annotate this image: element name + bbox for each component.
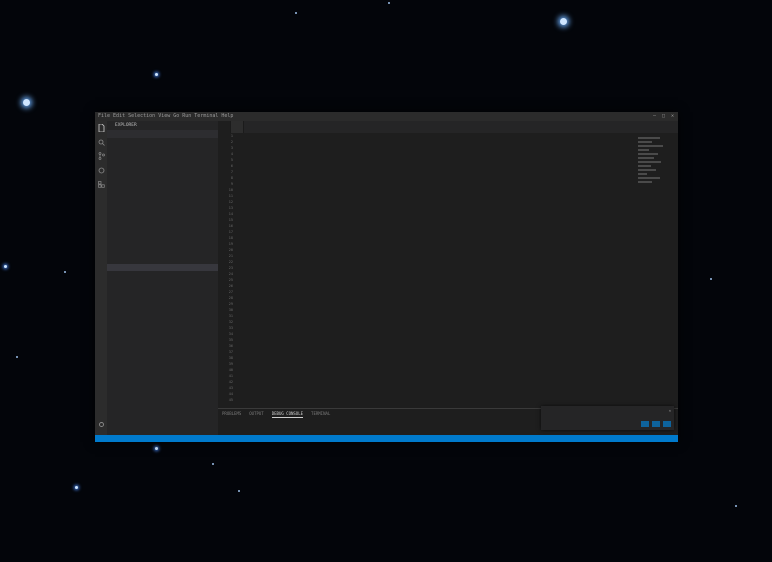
- editor-tabs: [218, 121, 678, 133]
- tree-item[interactable]: [107, 215, 218, 222]
- menu-edit[interactable]: Edit: [113, 112, 125, 121]
- tree-item[interactable]: [107, 341, 218, 348]
- minimize-button[interactable]: –: [653, 112, 656, 121]
- tree-item[interactable]: [107, 201, 218, 208]
- tab-output[interactable]: OUTPUT: [249, 409, 263, 418]
- close-window-button[interactable]: ✕: [671, 112, 674, 121]
- workspace-section[interactable]: [107, 130, 218, 138]
- star: [388, 2, 390, 4]
- extensions-icon[interactable]: [95, 177, 107, 191]
- tree-item[interactable]: [107, 222, 218, 229]
- source-control-icon[interactable]: [95, 149, 107, 163]
- menu-help[interactable]: Help: [221, 112, 233, 121]
- code-line[interactable]: [240, 397, 650, 403]
- notification-button-3[interactable]: [663, 421, 671, 427]
- tree-item[interactable]: [107, 348, 218, 355]
- star: [4, 265, 7, 268]
- close-icon[interactable]: ✕: [669, 408, 671, 413]
- line-numbers: 1 2 3 4 5 6 7 8 9 10 11 12 13 14 15 16 17 18 19 20 21 22 23 24 2…: [218, 133, 236, 408]
- tree-item[interactable]: [107, 236, 218, 243]
- file-tree: [107, 138, 218, 383]
- star: [155, 447, 158, 450]
- tree-item[interactable]: [107, 299, 218, 306]
- tree-item[interactable]: [107, 180, 218, 187]
- star: [155, 73, 158, 76]
- tree-item[interactable]: [107, 145, 218, 152]
- notification-buttons: [641, 421, 671, 427]
- tree-item[interactable]: [107, 376, 218, 383]
- tab-problems[interactable]: PROBLEMS: [222, 409, 241, 418]
- star: [295, 12, 297, 14]
- window-controls: – □ ✕: [653, 112, 674, 121]
- notification-button-1[interactable]: [641, 421, 649, 427]
- tab-file[interactable]: [231, 121, 244, 133]
- tree-item[interactable]: [107, 306, 218, 313]
- search-icon[interactable]: [95, 135, 107, 149]
- star: [238, 490, 240, 492]
- tree-item[interactable]: [107, 362, 218, 369]
- tree-item[interactable]: [107, 271, 218, 278]
- settings-gear-icon[interactable]: [95, 417, 107, 431]
- tree-item[interactable]: [107, 264, 218, 271]
- titlebar: File Edit Selection View Go Run Terminal…: [95, 112, 678, 121]
- line-number: 45: [228, 398, 233, 402]
- tree-item[interactable]: [107, 292, 218, 299]
- menu-view[interactable]: View: [158, 112, 170, 121]
- tree-item[interactable]: [107, 138, 218, 145]
- tab-debug-console[interactable]: DEBUG CONSOLE: [271, 409, 304, 418]
- tree-item[interactable]: [107, 166, 218, 173]
- tree-item[interactable]: [107, 208, 218, 215]
- files-icon[interactable]: [95, 121, 107, 135]
- explorer-header: EXPLORER: [115, 123, 137, 128]
- star: [212, 463, 214, 465]
- tab-terminal[interactable]: TERMINAL: [311, 409, 330, 418]
- menu-go[interactable]: Go: [173, 112, 179, 121]
- tree-item[interactable]: [107, 229, 218, 236]
- tree-item[interactable]: [107, 355, 218, 362]
- maximize-button[interactable]: □: [662, 112, 665, 121]
- debug-icon[interactable]: [95, 163, 107, 177]
- code-lines[interactable]: [240, 133, 650, 408]
- status-bar: [95, 435, 678, 442]
- tree-item[interactable]: [107, 243, 218, 250]
- tree-item[interactable]: [107, 320, 218, 327]
- tree-item[interactable]: [107, 173, 218, 180]
- tree-item[interactable]: [107, 257, 218, 264]
- menu-file[interactable]: File: [98, 112, 110, 121]
- notification-toast: ✕: [541, 406, 674, 430]
- star: [75, 486, 78, 489]
- menu-terminal[interactable]: Terminal: [194, 112, 218, 121]
- tree-item[interactable]: [107, 285, 218, 292]
- star: [560, 18, 567, 25]
- tree-item[interactable]: [107, 278, 218, 285]
- menu-selection[interactable]: Selection: [128, 112, 155, 121]
- menu-bar: File Edit Selection View Go Run Terminal…: [98, 112, 233, 121]
- star: [710, 278, 712, 280]
- code-editor[interactable]: 1 2 3 4 5 6 7 8 9 10 11 12 13 14 15 16 17 18 19 20 21 22 23 24 2…: [218, 133, 678, 408]
- tree-item[interactable]: [107, 369, 218, 376]
- star: [23, 99, 30, 106]
- explorer-sidebar: EXPLORER: [107, 121, 218, 435]
- vscode-window: File Edit Selection View Go Run Terminal…: [95, 112, 678, 442]
- tree-item[interactable]: [107, 334, 218, 341]
- tree-item[interactable]: [107, 194, 218, 201]
- tree-item[interactable]: [107, 159, 218, 166]
- tree-item[interactable]: [107, 187, 218, 194]
- activity-bar: [95, 121, 107, 435]
- menu-run[interactable]: Run: [182, 112, 191, 121]
- star: [16, 356, 18, 358]
- notification-button-2[interactable]: [652, 421, 660, 427]
- tree-item[interactable]: [107, 152, 218, 159]
- tab-active-file[interactable]: [218, 121, 231, 133]
- tree-item[interactable]: [107, 250, 218, 257]
- star: [735, 505, 737, 507]
- tree-item[interactable]: [107, 327, 218, 334]
- minimap[interactable]: [638, 135, 674, 205]
- tree-item[interactable]: [107, 313, 218, 320]
- star: [64, 271, 66, 273]
